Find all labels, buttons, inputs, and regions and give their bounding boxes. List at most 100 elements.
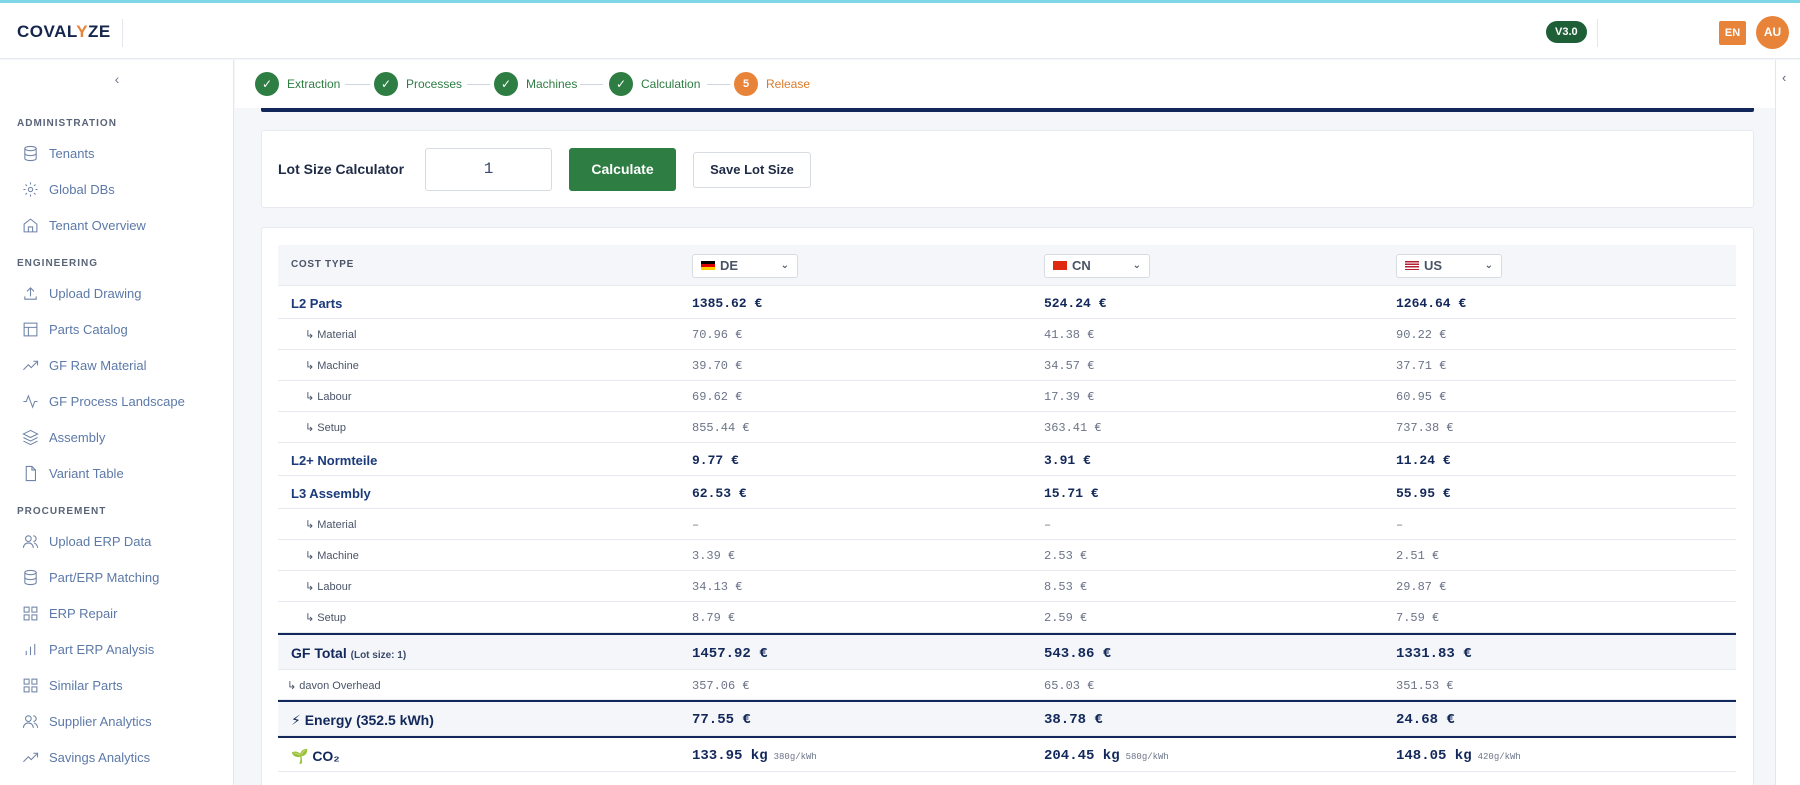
table-row: ↳ Machine 3.39 € 2.53 € 2.51 € xyxy=(278,540,1736,571)
save-lot-size-button[interactable]: Save Lot Size xyxy=(693,152,811,188)
sidebar-item-part-erp-analysis[interactable]: Part ERP Analysis xyxy=(22,637,222,661)
gear-icon xyxy=(23,181,38,197)
table-row: L2+ Normteile 9.77 € 3.91 € 11.24 € xyxy=(278,443,1736,476)
country-select-us[interactable]: US ⌄ xyxy=(1396,254,1502,278)
language-switch[interactable]: EN xyxy=(1719,21,1746,45)
sidebar-item-tenants[interactable]: Tenants xyxy=(22,141,222,165)
sidebar-item-supplier-analytics[interactable]: Supplier Analytics xyxy=(22,709,222,733)
cost-value-cn: 8.53 € xyxy=(1044,580,1088,594)
step-calculation[interactable]: ✓ Calculation xyxy=(609,72,700,96)
divider xyxy=(1597,19,1598,47)
country-select-cn[interactable]: CN ⌄ xyxy=(1044,254,1150,278)
sidebar-item-similar-parts[interactable]: Similar Parts xyxy=(22,673,222,697)
cost-value-cn: 3.91 € xyxy=(1044,453,1091,468)
row-label: ↳ Setup xyxy=(305,612,347,624)
user-avatar[interactable]: AU xyxy=(1756,16,1789,49)
co2-intensity: 380g/kWh xyxy=(773,752,817,762)
step-label: Release xyxy=(766,77,811,91)
step-connector xyxy=(467,84,490,85)
sidebar-item-label: Savings Analytics xyxy=(49,749,151,765)
cost-value-us: 2.51 € xyxy=(1396,549,1440,563)
sidebar-item-assembly[interactable]: Assembly xyxy=(22,425,222,449)
sidebar-item-upload-drawing[interactable]: Upload Drawing xyxy=(22,281,222,305)
users-icon xyxy=(22,534,39,548)
calculate-button[interactable]: Calculate xyxy=(569,148,676,191)
lot-size-input[interactable]: 1 xyxy=(425,148,552,191)
sidebar-item-label: Upload ERP Data xyxy=(49,533,152,549)
app-logo[interactable]: COVALYZE xyxy=(17,22,111,42)
step-release[interactable]: 5 Release xyxy=(734,72,810,96)
cost-value-cn: 41.38 € xyxy=(1044,328,1095,342)
cost-value-us: 90.22 € xyxy=(1396,328,1447,342)
cost-value-us: 737.38 € xyxy=(1396,421,1454,435)
step-extraction[interactable]: ✓ Extraction xyxy=(255,72,340,96)
table-header: COST TYPE DE ⌄ CN ⌄ US ⌄ xyxy=(278,245,1736,286)
sidebar-item-gf-raw-material[interactable]: GF Raw Material xyxy=(22,353,222,377)
cost-value-us: 37.71 € xyxy=(1396,359,1447,373)
row-label: L2+ Normteile xyxy=(291,453,378,468)
cost-value-de: 34.13 € xyxy=(692,580,743,594)
cost-value-cn: 34.57 € xyxy=(1044,359,1095,373)
sidebar-item-gf-process-landscape[interactable]: GF Process Landscape xyxy=(22,389,222,413)
sidebar-section-title: ENGINEERING xyxy=(17,258,99,269)
row-label: ↳ davon Overhead xyxy=(287,680,381,692)
chevron-left-icon[interactable]: ‹ xyxy=(108,70,126,88)
right-panel-toggle[interactable]: ‹ xyxy=(1775,60,1800,785)
row-label: ↳ Machine xyxy=(305,360,359,372)
cost-value-us: 351.53 € xyxy=(1396,679,1454,693)
co2-intensity: 580g/kWh xyxy=(1125,752,1169,762)
co2-amount: 148.05 kg xyxy=(1396,748,1472,764)
co2-value-de: 133.95 kg 380g/kWh xyxy=(692,748,817,764)
sidebar-item-erp-repair[interactable]: ERP Repair xyxy=(22,601,222,625)
sidebar-item-label: Variant Table xyxy=(49,465,124,481)
co2-intensity: 420g/kWh xyxy=(1477,752,1521,762)
sidebar-item-label: Similar Parts xyxy=(49,677,123,693)
table-row: ↳ Machine 39.70 € 34.57 € 37.71 € xyxy=(278,350,1736,381)
co2-value-cn: 204.45 kg 580g/kWh xyxy=(1044,748,1169,764)
sidebar-item-global-dbs[interactable]: Global DBs xyxy=(22,177,222,201)
row-label: ↳ Setup xyxy=(305,422,347,434)
cost-value-cn: 2.53 € xyxy=(1044,549,1088,563)
cost-value-cn: 38.78 € xyxy=(1044,712,1103,728)
total-label: GF Total xyxy=(291,645,347,661)
check-icon: ✓ xyxy=(255,72,279,96)
cost-value-us: – xyxy=(1396,518,1404,532)
cost-value-cn: 2.59 € xyxy=(1044,611,1088,625)
home-icon xyxy=(23,217,38,232)
cost-value-de: 62.53 € xyxy=(692,486,747,501)
layers-icon xyxy=(22,429,39,445)
sidebar-item-label: Supplier Analytics xyxy=(49,713,152,729)
cost-value-de: 3.39 € xyxy=(692,549,736,563)
lot-size-label: Lot Size Calculator xyxy=(278,161,405,177)
lot-size-card: Lot Size Calculator 1 Calculate Save Lot… xyxy=(261,130,1754,208)
sidebar-item-savings-analytics[interactable]: Savings Analytics xyxy=(22,745,222,769)
flag-us-icon xyxy=(1405,261,1419,271)
sidebar-item-parts-catalog[interactable]: Parts Catalog xyxy=(22,317,222,341)
country-code: DE xyxy=(720,258,739,273)
cost-value-us: 60.95 € xyxy=(1396,390,1447,404)
cost-value-de: 8.79 € xyxy=(692,611,736,625)
grid-icon xyxy=(23,678,38,692)
cost-value-cn: – xyxy=(1044,518,1052,532)
step-label: Extraction xyxy=(287,77,341,91)
country-code: US xyxy=(1424,258,1443,273)
sidebar-item-tenant-overview[interactable]: Tenant Overview xyxy=(22,213,222,237)
sidebar-item-part-erp-matching[interactable]: Part/ERP Matching xyxy=(22,565,222,589)
cost-value-de: – xyxy=(692,518,700,532)
step-processes[interactable]: ✓ Processes xyxy=(374,72,462,96)
sidebar-section-title: ADMINISTRATION xyxy=(17,118,117,129)
table-row: L3 Assembly 62.53 € 15.71 € 55.95 € xyxy=(278,476,1736,509)
cost-value-us: 24.68 € xyxy=(1396,712,1455,728)
step-machines[interactable]: ✓ Machines xyxy=(494,72,577,96)
cost-value-de: 9.77 € xyxy=(692,453,739,468)
country-select-de[interactable]: DE ⌄ xyxy=(692,254,798,278)
sidebar-item-label: ERP Repair xyxy=(49,605,118,621)
chevron-down-icon: ⌄ xyxy=(780,260,789,271)
step-connector xyxy=(345,84,370,85)
upload-icon xyxy=(24,286,37,300)
sidebar-item-variant-table[interactable]: Variant Table xyxy=(22,461,222,485)
chevron-left-icon: ‹ xyxy=(1782,70,1787,85)
trending-icon xyxy=(23,360,39,370)
flag-cn-icon xyxy=(1053,261,1067,271)
sidebar-item-upload-erp-data[interactable]: Upload ERP Data xyxy=(22,529,222,553)
